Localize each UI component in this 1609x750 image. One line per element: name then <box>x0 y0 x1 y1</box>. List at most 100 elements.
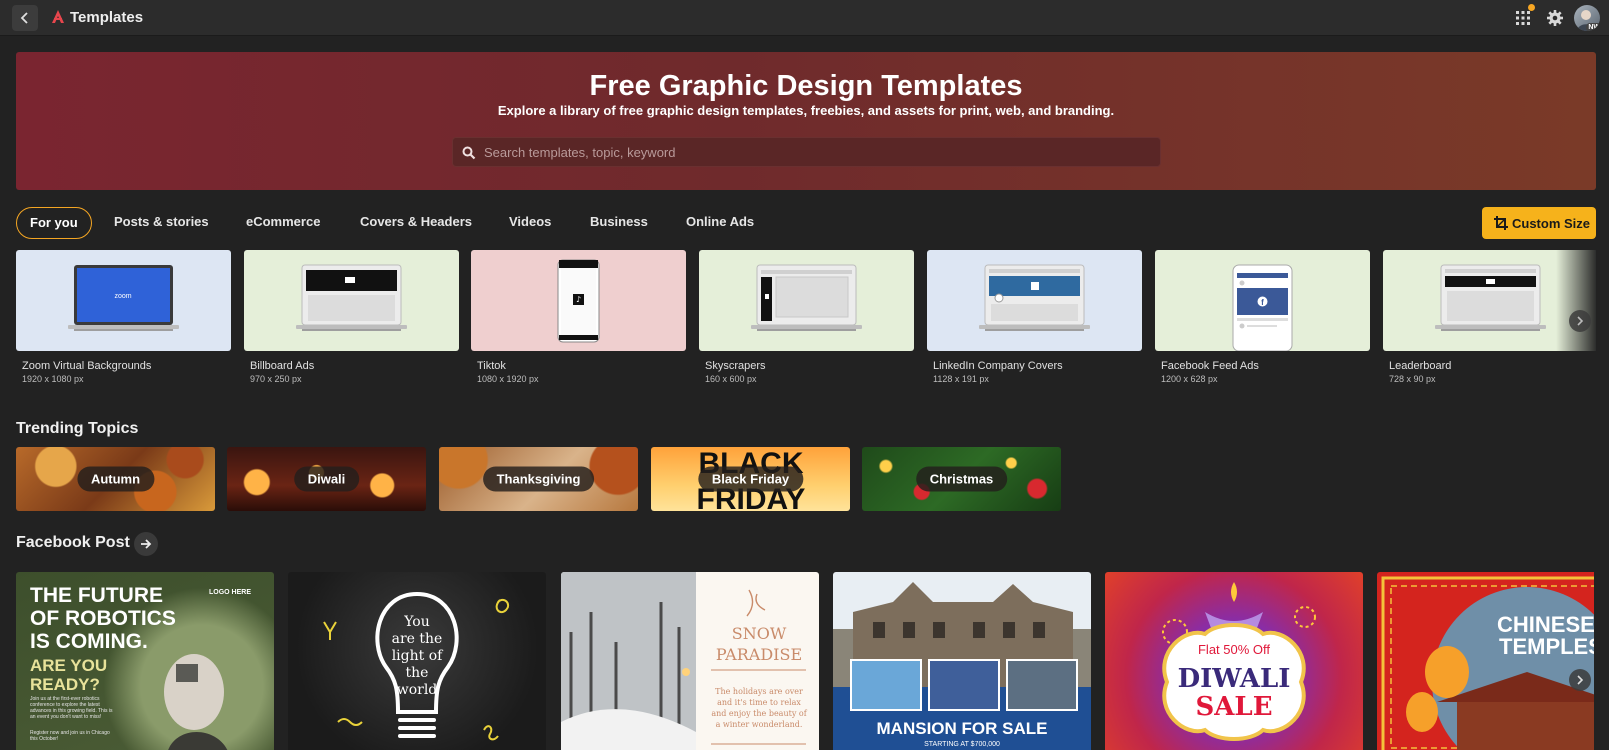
app-logo-icon <box>52 10 64 23</box>
topic-card-thanksgiving[interactable]: Thanksgiving <box>439 447 638 511</box>
chevron-left-icon <box>20 12 28 24</box>
topic-label: Autumn <box>76 466 155 492</box>
format-card-facebook-feed[interactable]: f Facebook Feed Ads 1200 x 628 px <box>1155 250 1370 388</box>
svg-text:are the: are the <box>392 631 443 647</box>
format-thumb: ♪ <box>471 250 686 351</box>
format-carousel-next-button[interactable] <box>1569 310 1591 332</box>
svg-text:TEMPLES: TEMPLES <box>1499 634 1594 659</box>
chinese-temples-post-art: CHINESE TEMPLES <box>1381 576 1594 750</box>
search-input[interactable] <box>484 138 1144 166</box>
format-card-zoom[interactable]: zoom Zoom Virtual Backgrounds 1920 x 108… <box>16 250 231 388</box>
chevron-right-icon <box>1577 316 1584 326</box>
svg-text:STARTING AT $700,000: STARTING AT $700,000 <box>924 741 1000 748</box>
custom-size-label: Custom Size <box>1512 216 1591 231</box>
format-carousel: zoom Zoom Virtual Backgrounds 1920 x 108… <box>16 250 1596 390</box>
svg-text:and it's time to relax: and it's time to relax <box>717 698 801 707</box>
notification-dot <box>1528 4 1535 11</box>
format-name: LinkedIn Company Covers <box>933 360 1063 372</box>
crop-icon <box>1494 216 1508 230</box>
trending-topics-title: Trending Topics <box>16 420 139 437</box>
tab-videos[interactable]: Videos <box>509 207 551 239</box>
format-card-linkedin[interactable]: LinkedIn Company Covers 1128 x 191 px <box>927 250 1142 388</box>
search-box[interactable] <box>452 137 1161 167</box>
tab-ecommerce[interactable]: eCommerce <box>246 207 320 239</box>
format-name: Zoom Virtual Backgrounds <box>22 360 152 372</box>
facebook-post-see-all-button[interactable] <box>134 532 158 556</box>
arrow-right-icon <box>141 539 152 549</box>
skyscraper-laptop-icon <box>751 264 862 331</box>
custom-size-button[interactable]: Custom Size <box>1482 207 1596 239</box>
svg-text:LOGO HERE: LOGO HERE <box>209 589 251 596</box>
format-card-billboard[interactable]: Billboard Ads 970 x 250 px <box>244 250 459 388</box>
format-thumb <box>244 250 459 351</box>
topic-card-christmas[interactable]: Christmas <box>862 447 1061 511</box>
svg-text:world: world <box>397 682 438 698</box>
format-thumb <box>699 250 914 351</box>
tab-for-you[interactable]: For you <box>16 207 92 239</box>
format-thumb <box>927 250 1142 351</box>
facebook-post-carousel-next-button[interactable] <box>1569 669 1591 691</box>
svg-text:and enjoy the beauty of: and enjoy the beauty of <box>711 709 807 718</box>
format-name: Leaderboard <box>1389 360 1452 372</box>
chevron-right-icon <box>1577 675 1584 685</box>
format-size: 1920 x 1080 px <box>22 374 84 384</box>
post-card-mansion[interactable]: MANSION FOR SALE STARTING AT $700,000 <box>833 572 1091 750</box>
svg-text:ARE YOU: ARE YOU <box>30 656 107 675</box>
zoom-laptop-icon: zoom <box>68 265 179 331</box>
app-title: Templates <box>70 9 144 26</box>
format-card-tiktok[interactable]: ♪ Tiktok 1080 x 1920 px <box>471 250 686 388</box>
tab-business[interactable]: Business <box>590 207 648 239</box>
format-name: Billboard Ads <box>250 360 315 372</box>
gear-icon[interactable] <box>1546 9 1564 27</box>
user-avatar[interactable]: NW <box>1574 5 1600 31</box>
robotics-post-art: THE FUTURE OF ROBOTICS IS COMING. ARE YO… <box>30 584 251 750</box>
svg-text:PARADISE: PARADISE <box>716 645 802 664</box>
format-size: 1200 x 628 px <box>1161 374 1218 384</box>
hero-subtitle: Explore a library of free graphic design… <box>497 103 1115 118</box>
facebook-phone-icon: f <box>1232 264 1293 351</box>
search-icon <box>462 146 476 160</box>
format-thumb: zoom <box>16 250 231 351</box>
topic-card-black-friday[interactable]: BLACK FRIDAY Black Friday <box>651 447 850 511</box>
svg-text:The holidays are over: The holidays are over <box>715 687 803 696</box>
hero-title: Free Graphic Design Templates <box>589 70 1023 102</box>
svg-text:THE FUTURE: THE FUTURE <box>30 584 163 607</box>
tab-posts-stories[interactable]: Posts & stories <box>114 207 209 239</box>
category-tabs: For you Posts & stories eCommerce Covers… <box>16 207 1216 239</box>
format-size: 728 x 90 px <box>1389 374 1436 384</box>
format-name: Tiktok <box>477 360 506 372</box>
topic-label: Thanksgiving <box>482 466 595 492</box>
svg-text:SNOW: SNOW <box>732 624 787 643</box>
post-card-diwali-sale[interactable]: Flat 50% Off DIWALI SALE <box>1105 572 1363 750</box>
carousel-fade <box>1556 250 1596 351</box>
post-card-snow-paradise[interactable]: SNOW PARADISE The holidays are over and … <box>561 572 819 750</box>
svg-text:You: You <box>403 614 429 630</box>
tab-online-ads[interactable]: Online Ads <box>686 207 754 239</box>
avatar-initials: NW <box>1586 23 1600 31</box>
linkedin-laptop-icon <box>979 264 1090 331</box>
back-button[interactable] <box>12 5 38 31</box>
tab-covers-headers[interactable]: Covers & Headers <box>360 207 472 239</box>
topic-card-diwali[interactable]: Diwali <box>227 447 426 511</box>
format-thumb: f <box>1155 250 1370 351</box>
format-card-skyscrapers[interactable]: Skyscrapers 160 x 600 px <box>699 250 914 388</box>
format-size: 1080 x 1920 px <box>477 374 539 384</box>
format-size: 970 x 250 px <box>250 374 302 384</box>
post-card-lightbulb[interactable]: You are the light of the world <box>288 572 546 750</box>
svg-text:light of: light of <box>392 648 444 664</box>
svg-text:Flat 50% Off: Flat 50% Off <box>1198 642 1270 657</box>
post-card-chinese-temples[interactable]: CHINESE TEMPLES <box>1377 572 1594 750</box>
format-size: 1128 x 191 px <box>933 374 989 384</box>
format-name: Facebook Feed Ads <box>1161 360 1259 372</box>
format-size: 160 x 600 px <box>705 374 757 384</box>
facebook-post-carousel: THE FUTURE OF ROBOTICS IS COMING. ARE YO… <box>16 572 1594 750</box>
topic-card-autumn[interactable]: Autumn <box>16 447 215 511</box>
svg-text:f: f <box>1261 298 1264 307</box>
topic-label: Diwali <box>293 466 360 492</box>
billboard-laptop-icon <box>296 264 407 331</box>
apps-grid-icon[interactable] <box>1515 10 1531 26</box>
svg-text:SALE: SALE <box>1195 692 1272 722</box>
svg-text:READY?: READY? <box>30 675 100 694</box>
zoom-logo-text: zoom <box>114 293 131 300</box>
post-card-robotics[interactable]: THE FUTURE OF ROBOTICS IS COMING. ARE YO… <box>16 572 274 750</box>
